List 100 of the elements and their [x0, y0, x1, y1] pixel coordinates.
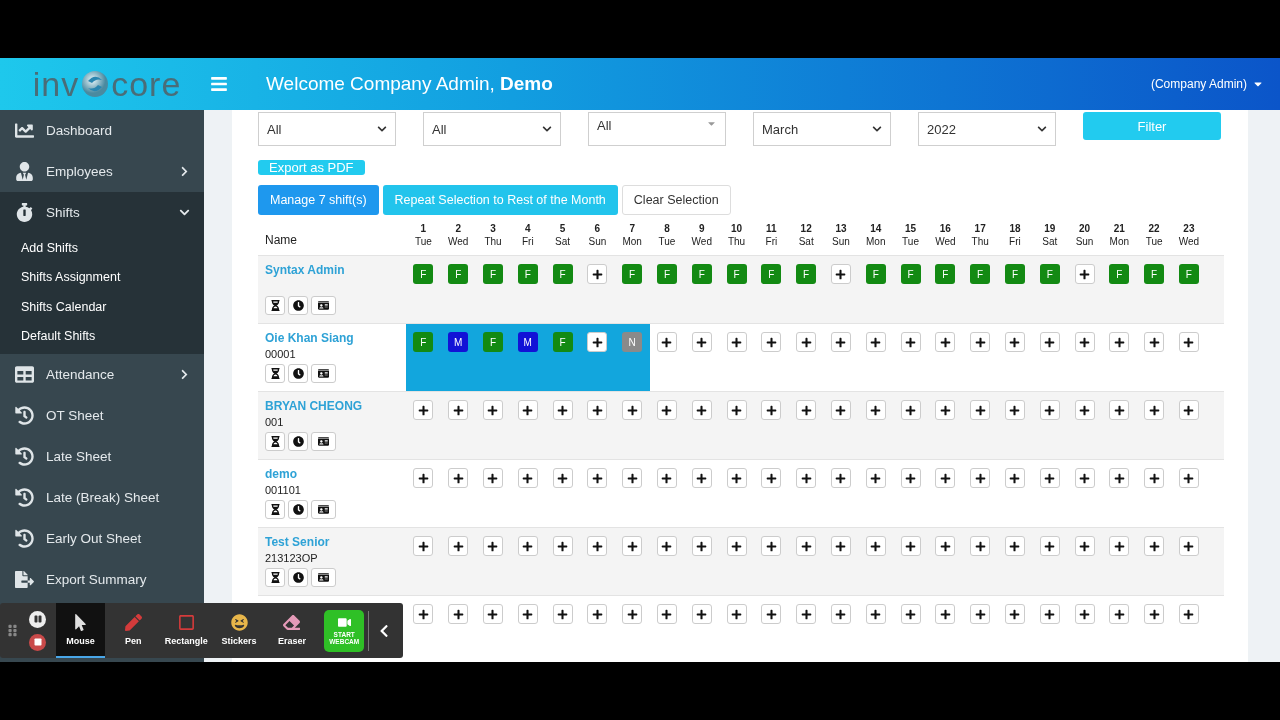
add-shift-button[interactable] — [970, 468, 991, 488]
add-shift-button[interactable] — [691, 332, 712, 352]
add-shift-button[interactable] — [900, 332, 921, 352]
add-shift-button[interactable] — [726, 604, 747, 624]
add-shift-button[interactable] — [1004, 536, 1025, 556]
add-shift-button[interactable] — [1004, 468, 1025, 488]
submenu-item[interactable]: Default Shifts — [0, 321, 204, 351]
shift-chip[interactable]: F — [1178, 264, 1199, 284]
add-shift-button[interactable] — [517, 468, 538, 488]
add-shift-button[interactable] — [552, 536, 573, 556]
select-field[interactable]: 2022 — [918, 112, 1056, 146]
add-shift-button[interactable] — [726, 400, 747, 420]
add-shift-button[interactable] — [1109, 604, 1130, 624]
add-shift-button[interactable] — [1144, 400, 1165, 420]
add-shift-button[interactable] — [1144, 604, 1165, 624]
employee-name[interactable]: Test Senior — [265, 535, 406, 549]
employee-name[interactable]: Syntax Admin — [265, 263, 406, 277]
hourglass-button[interactable] — [265, 364, 285, 383]
add-shift-button[interactable] — [1039, 604, 1060, 624]
add-shift-button[interactable] — [552, 468, 573, 488]
add-shift-button[interactable] — [552, 400, 573, 420]
shift-chip[interactable]: F — [552, 332, 573, 352]
add-shift-button[interactable] — [1109, 468, 1130, 488]
add-shift-button[interactable] — [761, 468, 782, 488]
add-shift-button[interactable] — [726, 332, 747, 352]
shift-chip[interactable]: F — [865, 264, 886, 284]
shift-chip[interactable]: F — [413, 264, 434, 284]
add-shift-button[interactable] — [970, 604, 991, 624]
shift-chip[interactable]: F — [1004, 264, 1025, 284]
clock-button[interactable] — [288, 500, 308, 519]
add-shift-button[interactable] — [448, 400, 469, 420]
shift-chip[interactable]: F — [900, 264, 921, 284]
id-card-button[interactable] — [311, 296, 336, 315]
hourglass-button[interactable] — [265, 432, 285, 451]
clock-button[interactable] — [288, 296, 308, 315]
add-shift-button[interactable] — [830, 536, 851, 556]
add-shift-button[interactable] — [1004, 604, 1025, 624]
add-shift-button[interactable] — [587, 264, 608, 284]
add-shift-button[interactable] — [622, 468, 643, 488]
add-shift-button[interactable] — [1074, 400, 1095, 420]
add-shift-button[interactable] — [691, 400, 712, 420]
add-shift-button[interactable] — [1004, 400, 1025, 420]
add-shift-button[interactable] — [935, 400, 956, 420]
shift-chip[interactable]: F — [935, 264, 956, 284]
add-shift-button[interactable] — [1004, 332, 1025, 352]
shift-chip[interactable]: F — [1109, 264, 1130, 284]
add-shift-button[interactable] — [796, 332, 817, 352]
add-shift-button[interactable] — [448, 468, 469, 488]
tool-button[interactable]: Rectangle — [161, 603, 211, 658]
add-shift-button[interactable] — [517, 400, 538, 420]
select-field[interactable]: All — [588, 112, 726, 146]
clock-button[interactable] — [288, 568, 308, 587]
add-shift-button[interactable] — [1144, 468, 1165, 488]
add-shift-button[interactable] — [1074, 536, 1095, 556]
add-shift-button[interactable] — [900, 604, 921, 624]
add-shift-button[interactable] — [656, 604, 677, 624]
select-field[interactable]: March — [753, 112, 891, 146]
clock-button[interactable] — [288, 364, 308, 383]
add-shift-button[interactable] — [830, 468, 851, 488]
add-shift-button[interactable] — [865, 604, 886, 624]
shift-chip[interactable]: F — [448, 264, 469, 284]
add-shift-button[interactable] — [1178, 332, 1199, 352]
add-shift-button[interactable] — [587, 468, 608, 488]
shift-chip[interactable]: F — [483, 264, 503, 284]
add-shift-button[interactable] — [587, 332, 608, 352]
shift-chip[interactable]: F — [413, 332, 434, 352]
add-shift-button[interactable] — [900, 400, 921, 420]
add-shift-button[interactable] — [865, 536, 886, 556]
add-shift-button[interactable] — [656, 332, 677, 352]
user-menu[interactable]: (Company Admin) — [1150, 77, 1264, 91]
add-shift-button[interactable] — [691, 536, 712, 556]
id-card-button[interactable] — [311, 364, 336, 383]
submenu-item[interactable]: Shifts Calendar — [0, 292, 204, 322]
select-field[interactable]: All — [258, 112, 396, 146]
add-shift-button[interactable] — [796, 604, 817, 624]
shift-chip[interactable]: F — [1144, 264, 1165, 284]
drag-handle-icon[interactable] — [6, 624, 19, 637]
sidebar-item[interactable]: Late Sheet — [0, 436, 204, 477]
add-shift-button[interactable] — [483, 536, 503, 556]
add-shift-button[interactable] — [587, 400, 608, 420]
employee-name[interactable]: demo — [265, 467, 406, 481]
add-shift-button[interactable] — [448, 604, 469, 624]
add-shift-button[interactable] — [691, 468, 712, 488]
submenu-item[interactable]: Add Shifts — [0, 233, 204, 263]
add-shift-button[interactable] — [865, 468, 886, 488]
add-shift-button[interactable] — [761, 604, 782, 624]
add-shift-button[interactable] — [865, 332, 886, 352]
shift-chip[interactable]: F — [552, 264, 573, 284]
action-button[interactable]: Clear Selection — [621, 185, 731, 215]
shift-chip[interactable]: N — [622, 332, 643, 352]
tool-button[interactable]: Eraser — [267, 603, 317, 658]
add-shift-button[interactable] — [413, 400, 434, 420]
add-shift-button[interactable] — [483, 468, 503, 488]
add-shift-button[interactable] — [656, 536, 677, 556]
add-shift-button[interactable] — [622, 400, 643, 420]
tool-button[interactable]: Stickers — [214, 603, 264, 658]
add-shift-button[interactable] — [830, 400, 851, 420]
add-shift-button[interactable] — [552, 604, 573, 624]
add-shift-button[interactable] — [656, 468, 677, 488]
action-button[interactable]: Manage 7 shift(s) — [258, 185, 379, 215]
